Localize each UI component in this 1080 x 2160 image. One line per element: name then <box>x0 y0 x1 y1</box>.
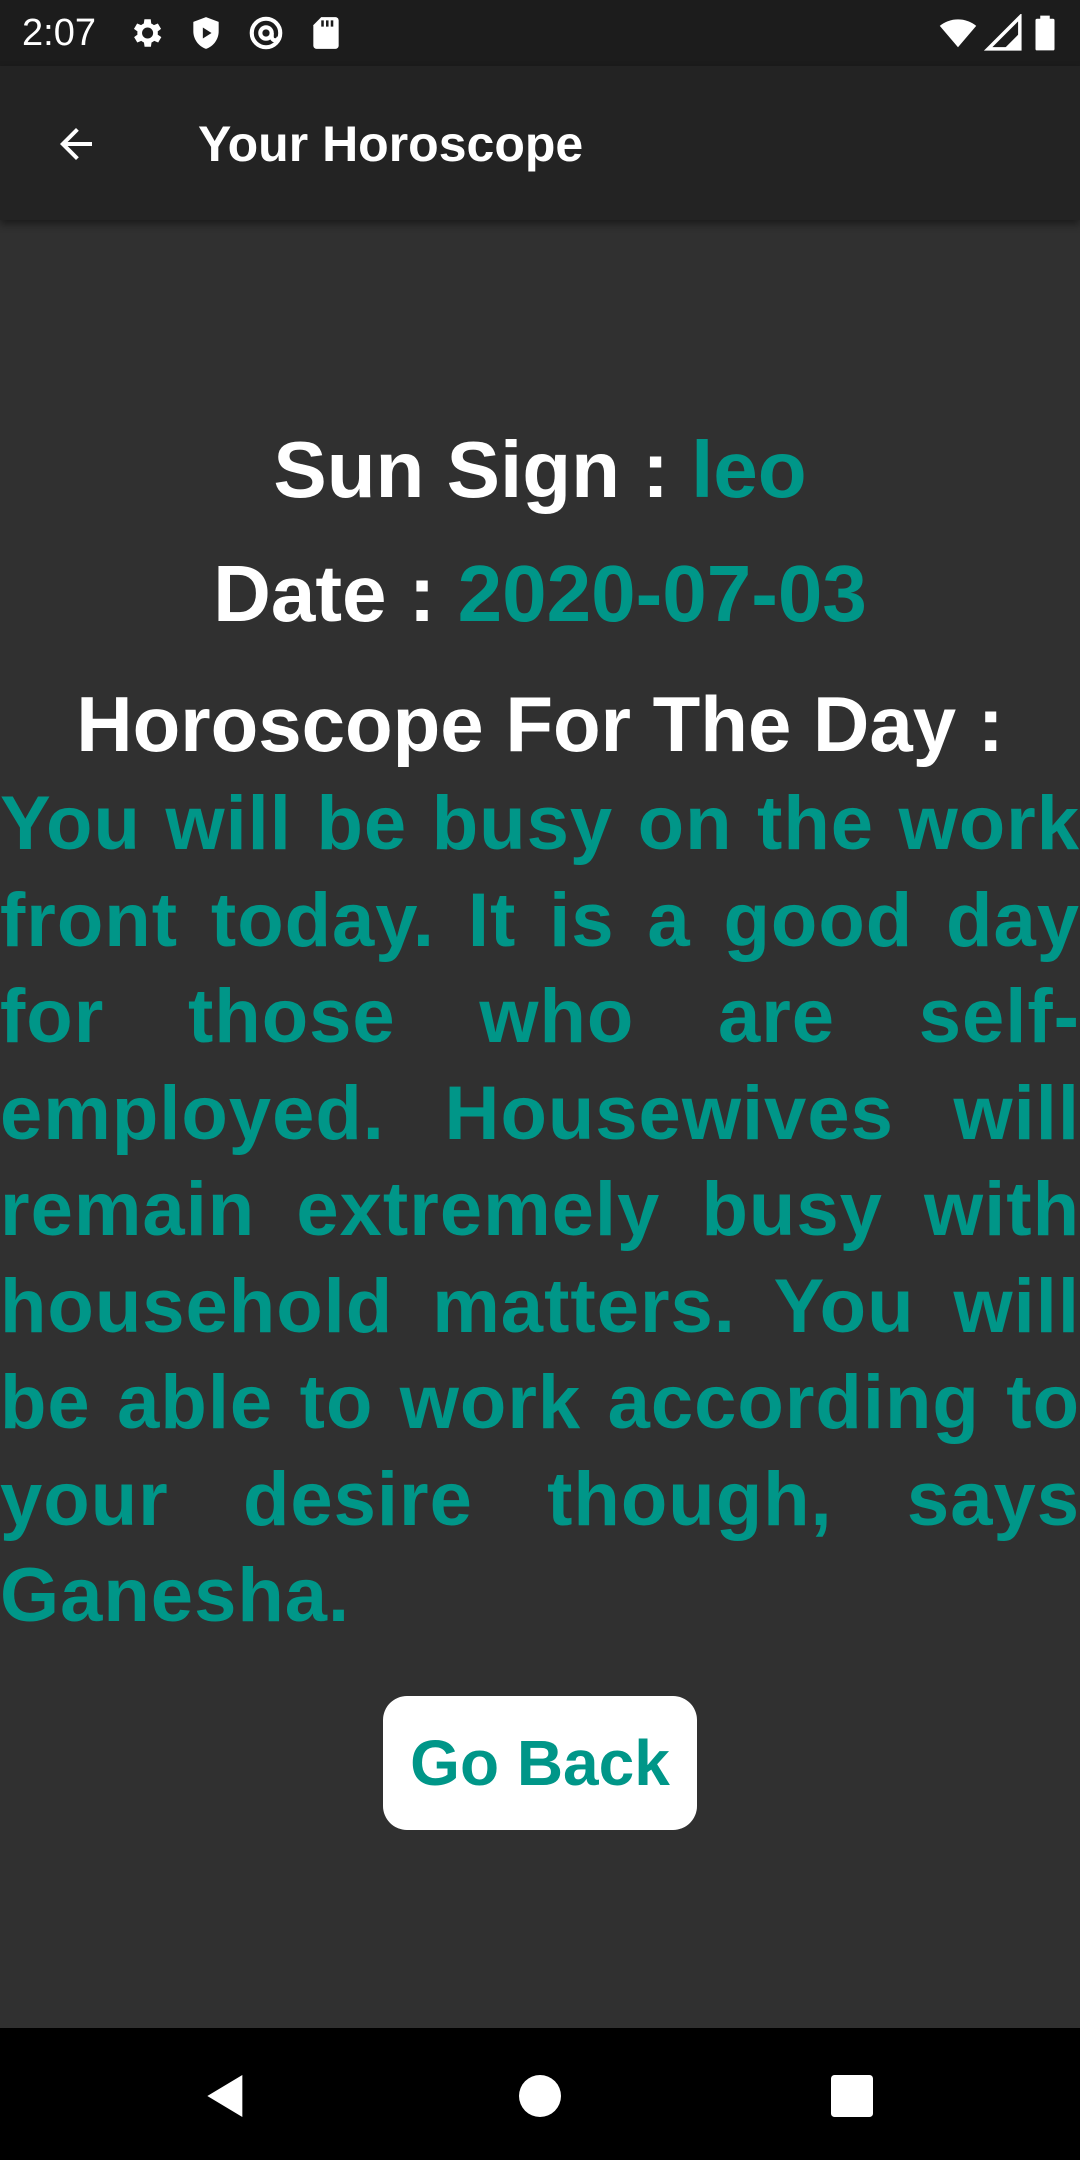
nav-bar <box>0 2028 1080 2160</box>
app-title: Your Horoscope <box>198 116 584 172</box>
status-bar: 2:07 <box>0 0 1080 66</box>
battery-icon <box>1035 15 1055 51</box>
date-label: Date : <box>213 549 458 638</box>
sd-card-icon <box>313 17 339 49</box>
settings-icon <box>133 19 162 47</box>
date-value: 2020-07-03 <box>457 549 867 638</box>
at-sign-icon <box>249 16 283 50</box>
status-time: 2:07 <box>22 12 96 54</box>
nav-back-icon[interactable] <box>198 2068 254 2124</box>
arrow-back-icon[interactable] <box>52 120 100 168</box>
horoscope-heading: Horoscope For The Day : <box>76 680 1004 768</box>
sun-sign-value: leo <box>691 425 807 514</box>
app-bar: Your Horoscope <box>0 66 1080 220</box>
shield-play-icon <box>193 17 219 49</box>
horoscope-text: You will be busy on the work front today… <box>0 781 1080 1638</box>
date-row: Date : 2020-07-03 <box>0 544 1080 644</box>
wifi-icon <box>939 19 977 48</box>
nav-home-icon[interactable] <box>512 2068 568 2124</box>
nav-recents-icon[interactable] <box>824 2068 880 2124</box>
sun-sign-label: Sun Sign : <box>273 425 692 514</box>
signal-icon <box>984 14 1022 51</box>
sun-sign-row: Sun Sign : leo <box>0 420 1080 520</box>
go-back-button[interactable]: Go Back <box>383 1696 697 1830</box>
